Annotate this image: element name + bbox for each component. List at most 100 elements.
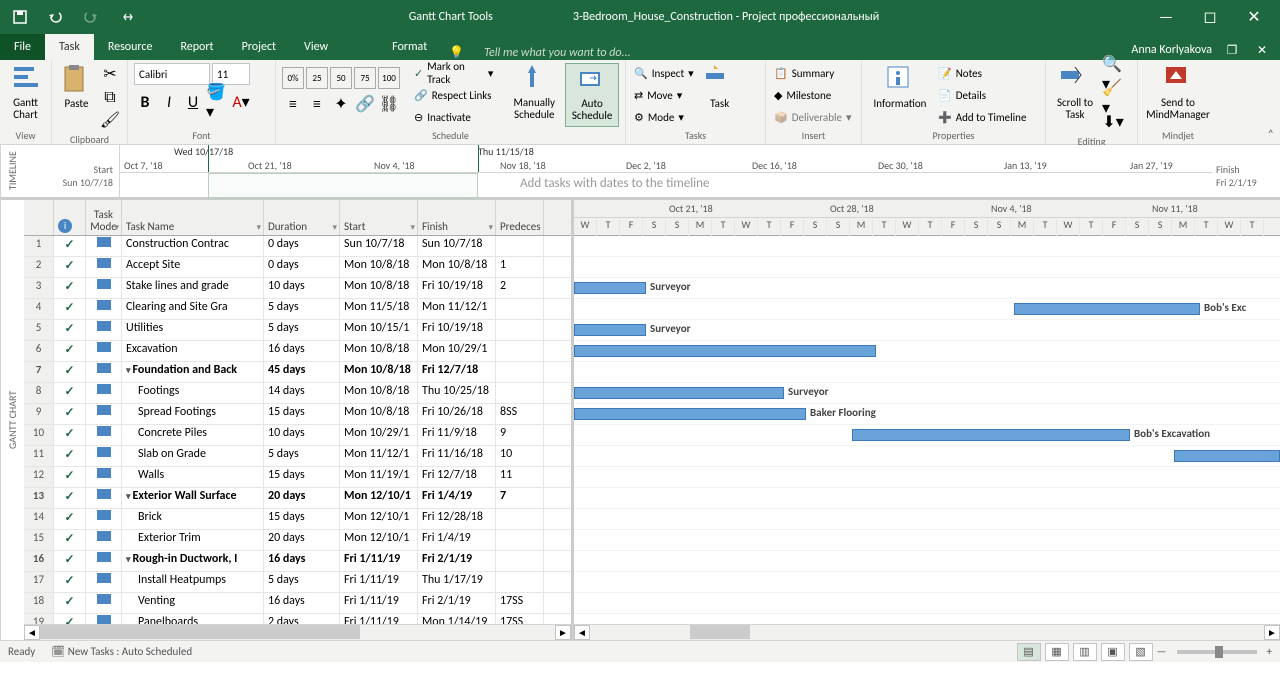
inactivate-button[interactable]: ⊖Inactivate	[412, 107, 495, 127]
underline-icon[interactable]: U	[182, 91, 204, 113]
start-cell[interactable]: Fri 1/11/19	[340, 614, 418, 624]
row-number[interactable]: 9	[24, 404, 54, 424]
predecessors-cell[interactable]	[496, 236, 544, 256]
duration-cell[interactable]: 15 days	[264, 509, 340, 529]
task-name-cell[interactable]: Clearing and Site Gra	[122, 299, 264, 319]
row-number[interactable]: 2	[24, 257, 54, 277]
predecessors-cell[interactable]: 9	[496, 425, 544, 445]
duration-cell[interactable]: 10 days	[264, 278, 340, 298]
font-name-input[interactable]	[134, 63, 210, 85]
table-row[interactable]: 8✓Footings14 daysMon 10/8/18Thu 10/25/18	[24, 383, 571, 404]
maximize-icon[interactable]: ◻	[1188, 0, 1232, 34]
row-number[interactable]: 17	[24, 572, 54, 592]
row-number[interactable]: 3	[24, 278, 54, 298]
task-name-cell[interactable]: Footings	[122, 383, 264, 403]
finish-cell[interactable]: Fri 12/7/18	[418, 467, 496, 487]
collapse-ribbon-icon[interactable]: ˄	[1268, 128, 1274, 142]
task-mode-cell[interactable]	[86, 320, 122, 340]
start-cell[interactable]: Mon 11/5/18	[340, 299, 418, 319]
zoom-slider[interactable]	[1177, 650, 1257, 654]
start-cell[interactable]: Mon 10/15/1	[340, 320, 418, 340]
table-row[interactable]: 6✓Excavation16 daysMon 10/8/18Mon 10/29/…	[24, 341, 571, 362]
gantt-bar[interactable]	[574, 324, 646, 336]
task-mode-cell[interactable]	[86, 425, 122, 445]
task-name-cell[interactable]: Spread Footings	[122, 404, 264, 424]
duration-cell[interactable]: 16 days	[264, 341, 340, 361]
start-cell[interactable]: Mon 10/8/18	[340, 404, 418, 424]
start-cell[interactable]: Mon 10/8/18	[340, 341, 418, 361]
task-mode-cell[interactable]	[86, 446, 122, 466]
split-icon[interactable]: ✦	[330, 93, 352, 115]
task-mode-cell[interactable]	[86, 488, 122, 508]
finish-cell[interactable]: Mon 10/8/18	[418, 257, 496, 277]
respect-links-button[interactable]: 🔗Respect Links	[412, 85, 495, 105]
font-color-icon[interactable]: A▾	[230, 91, 252, 113]
table-row[interactable]: 3✓Stake lines and grade10 daysMon 10/8/1…	[24, 278, 571, 299]
finish-cell[interactable]: Mon 11/12/1	[418, 299, 496, 319]
pct100-icon[interactable]: 100	[378, 67, 400, 89]
task-mode-cell[interactable]	[86, 593, 122, 613]
start-cell[interactable]: Sun 10/7/18	[340, 236, 418, 256]
predecessors-cell[interactable]	[496, 362, 544, 382]
table-row[interactable]: 10✓Concrete Piles10 daysMon 10/29/1Fri 1…	[24, 425, 571, 446]
table-row[interactable]: 7✓▾Foundation and Back45 daysMon 10/8/18…	[24, 362, 571, 383]
view-board-icon[interactable]: ▥	[1073, 643, 1097, 661]
duration-cell[interactable]: 5 days	[264, 299, 340, 319]
deliverable-button[interactable]: 📦Deliverable ▾	[772, 107, 854, 127]
row-number[interactable]: 7	[24, 362, 54, 382]
format-painter-icon[interactable]: 🖌	[99, 109, 121, 131]
predecessors-cell[interactable]: 8SS	[496, 404, 544, 424]
milestone-button[interactable]: ◆Milestone	[772, 85, 833, 105]
scroll-right-icon[interactable]: ►	[1264, 625, 1280, 640]
table-row[interactable]: 16✓▾Rough-in Ductwork, I16 daysFri 1/11/…	[24, 551, 571, 572]
task-mode-cell[interactable]	[86, 341, 122, 361]
gantt-bar[interactable]	[574, 282, 646, 294]
finish-cell[interactable]: Fri 11/9/18	[418, 425, 496, 445]
start-cell[interactable]: Fri 1/11/19	[340, 593, 418, 613]
task-name-cell[interactable]: Accept Site	[122, 257, 264, 277]
row-number[interactable]: 12	[24, 467, 54, 487]
summary-button[interactable]: 📋Summary	[772, 63, 836, 83]
task-name-cell[interactable]: Slab on Grade	[122, 446, 264, 466]
task-name-cell[interactable]: Excavation	[122, 341, 264, 361]
start-cell[interactable]: Mon 12/10/1	[340, 488, 418, 508]
italic-icon[interactable]: I	[158, 91, 180, 113]
header-task-mode[interactable]: Task Mode▾	[86, 200, 122, 235]
task-name-cell[interactable]: Stake lines and grade	[122, 278, 264, 298]
row-number[interactable]: 14	[24, 509, 54, 529]
fill-icon[interactable]: ⬇▾	[1102, 111, 1124, 133]
finish-cell[interactable]: Sun 10/7/18	[418, 236, 496, 256]
gantt-bar[interactable]	[1014, 303, 1200, 315]
scroll-left-icon[interactable]: ◄	[24, 625, 40, 640]
duration-cell[interactable]: 45 days	[264, 362, 340, 382]
predecessors-cell[interactable]: 17SS	[496, 614, 544, 624]
information-button[interactable]: Information	[868, 63, 932, 127]
table-row[interactable]: 13✓▾Exterior Wall Surface20 daysMon 12/1…	[24, 488, 571, 509]
copy-icon[interactable]: ⧉	[99, 86, 121, 108]
details-button[interactable]: 📄Details	[936, 85, 1028, 105]
task-mode-cell[interactable]	[86, 551, 122, 571]
header-finish[interactable]: Finish▾	[418, 200, 496, 235]
table-row[interactable]: 11✓Slab on Grade5 daysMon 11/12/1Fri 11/…	[24, 446, 571, 467]
task-mode-cell[interactable]	[86, 530, 122, 550]
cut-icon[interactable]: ✂	[99, 63, 121, 85]
task-mode-cell[interactable]	[86, 278, 122, 298]
predecessors-cell[interactable]: 1	[496, 257, 544, 277]
header-rownum[interactable]	[24, 200, 54, 235]
duration-cell[interactable]: 5 days	[264, 572, 340, 592]
notes-button[interactable]: 📝Notes	[936, 63, 1028, 83]
auto-schedule-button[interactable]: Auto Schedule	[565, 63, 619, 127]
table-row[interactable]: 19✓Panelboards2 daysFri 1/11/19Mon 1/14/…	[24, 614, 571, 624]
row-number[interactable]: 15	[24, 530, 54, 550]
mode-button[interactable]: ⚙Mode ▾	[632, 107, 696, 127]
scroll-right-icon[interactable]: ►	[555, 625, 571, 640]
task-mode-cell[interactable]	[86, 257, 122, 277]
table-row[interactable]: 18✓Venting16 daysFri 1/11/19Fri 2/1/1917…	[24, 593, 571, 614]
restore-window-icon[interactable]: ❐	[1222, 40, 1242, 60]
start-cell[interactable]: Mon 12/10/1	[340, 530, 418, 550]
manually-schedule-button[interactable]: Manually Schedule	[507, 63, 561, 127]
header-indicator[interactable]: i	[54, 200, 86, 235]
row-number[interactable]: 19	[24, 614, 54, 624]
link-tasks-icon[interactable]: 🔗	[354, 93, 376, 115]
duration-cell[interactable]: 0 days	[264, 236, 340, 256]
